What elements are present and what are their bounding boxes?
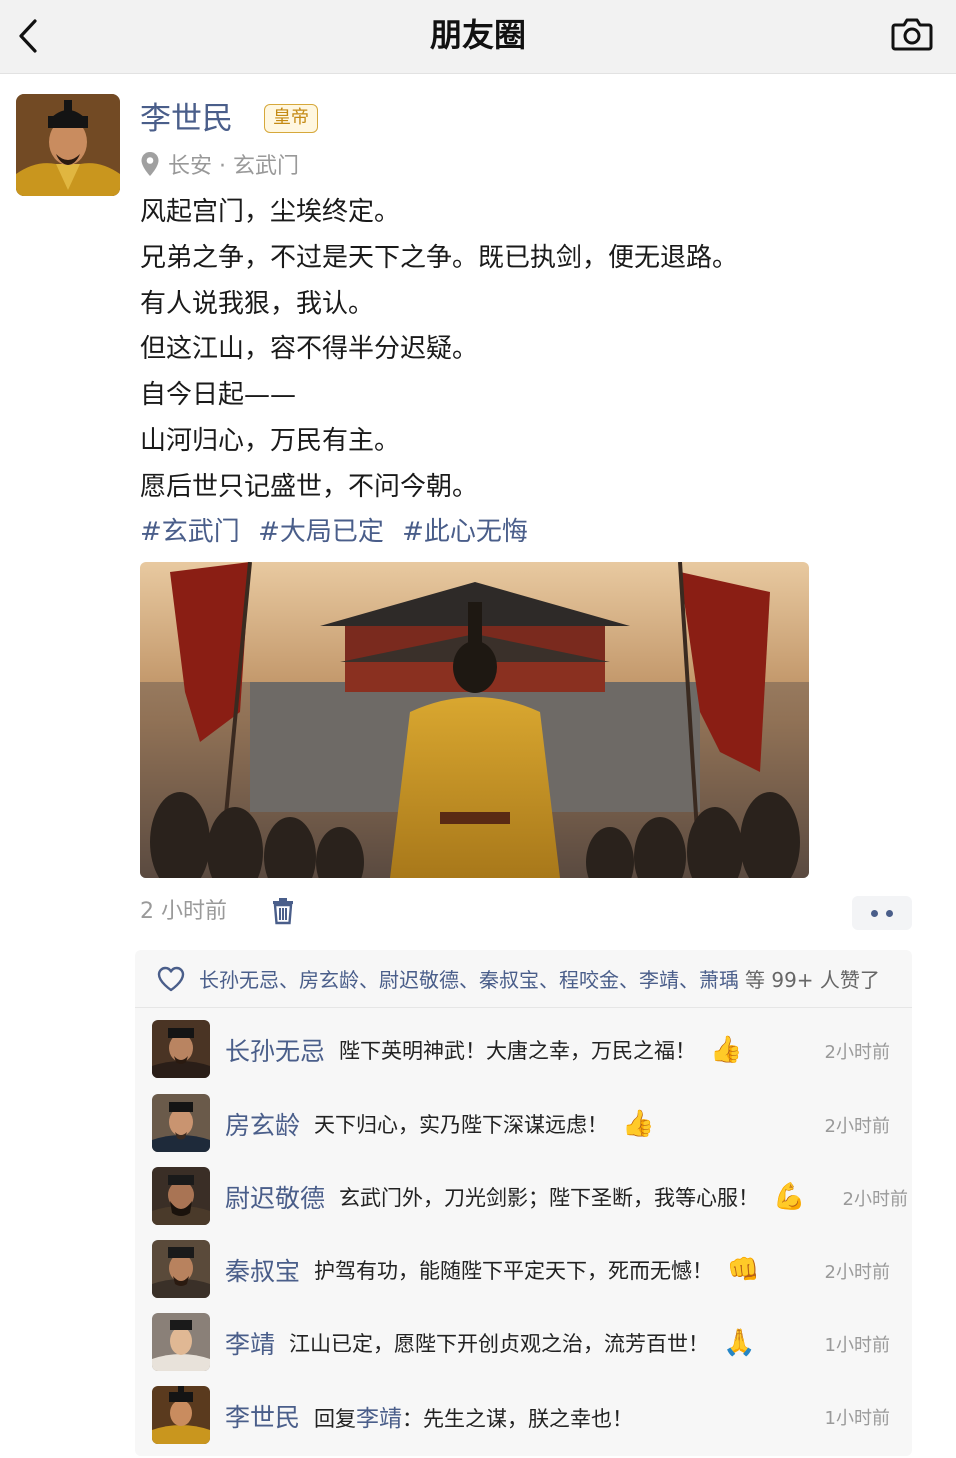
reply-label: 回复 xyxy=(314,1407,357,1431)
comment-body: 李世民 回复李靖：先生之谋，朕之幸也！ xyxy=(225,1396,633,1436)
page-title: 朋友圈 xyxy=(429,16,526,54)
comment-body: 尉迟敬德 玄武门外，刀光剑影；陛下圣断，我等心服！ 💪 xyxy=(225,1177,805,1217)
comment-item[interactable]: 李靖 江山已定，愿陛下开创贞观之治，流芳百世！ 🙏 1小时前 xyxy=(135,1313,912,1373)
fist-icon: 👊 xyxy=(727,1255,760,1285)
commenter-name[interactable]: 秦叔宝 xyxy=(225,1252,300,1288)
comment-body: 长孙无忌 陛下英明神武！大唐之幸，万民之福！ 👍 xyxy=(225,1030,742,1070)
comment-body: 房玄龄 天下归心，实乃陛下深谋远虑！ 👍 xyxy=(225,1104,654,1144)
thumbs-up-icon: 👍 xyxy=(710,1035,743,1065)
comment-text: 天下归心，实乃陛下深谋远虑！ xyxy=(314,1113,609,1137)
camera-icon xyxy=(891,18,933,51)
hashtag-list: #玄武门 #大局已定 #此心无悔 xyxy=(140,512,538,552)
post-line: 风起宫门，尘埃终定。 xyxy=(140,197,401,227)
hashtag-xuanwumen[interactable]: #玄武门 xyxy=(140,517,240,547)
commenter-avatar[interactable] xyxy=(152,1313,210,1371)
commenter-name[interactable]: 李靖 xyxy=(225,1325,275,1361)
thumbs-up-icon: 👍 xyxy=(622,1109,655,1139)
post-line: 兄弟之争，不过是天下之争。既已执剑，便无退路。 xyxy=(140,242,739,273)
top-bar: 朋友圈 xyxy=(0,0,956,74)
comment-text: 护驾有功，能随陛下平定天下，死而无憾！ xyxy=(314,1259,714,1283)
heart-icon xyxy=(157,966,185,991)
comment-text: 回复李靖：先生之谋，朕之幸也！ xyxy=(314,1399,633,1433)
commenter-avatar[interactable] xyxy=(152,1094,210,1152)
commenter-name[interactable]: 房玄龄 xyxy=(225,1106,300,1142)
more-dots-icon xyxy=(886,909,893,917)
comment-time: 1小时前 xyxy=(824,1408,890,1429)
comment-item[interactable]: 尉迟敬德 玄武门外，刀光剑影；陛下圣断，我等心服！ 💪 2小时前 xyxy=(135,1167,912,1227)
comment-text: 江山已定，愿陛下开创贞观之治，流芳百世！ xyxy=(289,1332,710,1356)
location-link[interactable]: 长安 · 玄武门 xyxy=(140,148,299,180)
post-timestamp: 2 小时前 xyxy=(140,899,227,924)
author-name[interactable]: 李世民 xyxy=(140,98,233,140)
author-avatar[interactable] xyxy=(16,94,120,196)
comment-item[interactable]: 房玄龄 天下归心，实乃陛下深谋远虑！ 👍 2小时前 xyxy=(135,1094,912,1154)
comment-text: 玄武门外，刀光剑影；陛下圣断，我等心服！ xyxy=(339,1186,760,1210)
reply-target-name[interactable]: 李靖 xyxy=(356,1406,402,1432)
location-text: 长安 · 玄武门 xyxy=(168,154,299,179)
comment-time: 2小时前 xyxy=(824,1116,890,1137)
camera-button[interactable] xyxy=(890,14,934,54)
post-line: 有人说我狠，我认。 xyxy=(140,288,375,319)
delete-button[interactable] xyxy=(271,897,295,925)
post-photo[interactable] xyxy=(140,562,809,878)
commenter-avatar[interactable] xyxy=(152,1386,210,1444)
comment-text: 陛下英明神武！大唐之幸，万民之福！ xyxy=(339,1039,697,1063)
comment-item[interactable]: 长孙无忌 陛下英明神武！大唐之幸，万民之福！ 👍 2小时前 xyxy=(135,1020,912,1080)
comment-item[interactable]: 秦叔宝 护驾有功，能随陛下平定天下，死而无憾！ 👊 2小时前 xyxy=(135,1240,912,1300)
folded-hands-icon: 🙏 xyxy=(723,1328,756,1358)
comment-time: 2小时前 xyxy=(824,1262,890,1283)
more-dots-icon xyxy=(871,909,878,917)
comment-body: 李靖 江山已定，愿陛下开创贞观之治，流芳百世！ 🙏 xyxy=(225,1323,755,1363)
comment-time: 2小时前 xyxy=(824,1042,890,1063)
commenter-name[interactable]: 长孙无忌 xyxy=(225,1032,325,1068)
commenter-name[interactable]: 尉迟敬德 xyxy=(225,1179,325,1215)
hashtag-dajuyiding[interactable]: #大局已定 xyxy=(258,517,384,547)
post-content: 风起宫门，尘埃终定。 兄弟之争，不过是天下之争。既已执剑，便无退路。 有人说我狠… xyxy=(140,190,920,511)
post-line: 但这江山，容不得半分迟疑。 xyxy=(140,334,479,365)
flexed-bicep-icon: 💪 xyxy=(773,1182,806,1212)
post-line: 愿后世只记盛世，不问今朝。 xyxy=(140,471,479,502)
liker-names[interactable]: 长孙无忌、房玄龄、尉迟敬德、秦叔宝、程咬金、李靖、萧瑀 xyxy=(199,964,739,993)
trash-icon xyxy=(273,898,293,925)
comment-time: 2小时前 xyxy=(842,1189,908,1210)
post-line: 山河归心，万民有主。 xyxy=(140,425,401,456)
commenter-avatar[interactable] xyxy=(152,1167,210,1225)
likes-count: 等 99+ 人赞了 xyxy=(745,968,880,992)
comment-time: 1小时前 xyxy=(824,1335,890,1356)
hashtag-cixinwuhui[interactable]: #此心无悔 xyxy=(402,517,528,547)
reply-text: ：先生之谋，朕之幸也！ xyxy=(402,1407,634,1431)
role-badge: 皇帝 xyxy=(264,104,318,133)
commenter-avatar[interactable] xyxy=(152,1020,210,1078)
location-pin-icon xyxy=(141,152,159,176)
more-actions-button[interactable] xyxy=(852,896,912,930)
interaction-panel: 长孙无忌、房玄龄、尉迟敬德、秦叔宝、程咬金、李靖、萧瑀 等 99+ 人赞了 长孙… xyxy=(135,950,912,1456)
comment-body: 秦叔宝 护驾有功，能随陛下平定天下，死而无憾！ 👊 xyxy=(225,1250,759,1290)
commenter-name[interactable]: 李世民 xyxy=(225,1398,300,1434)
commenter-avatar[interactable] xyxy=(152,1240,210,1298)
post-line: 自今日起—— xyxy=(140,380,297,411)
likes-row: 长孙无忌、房玄龄、尉迟敬德、秦叔宝、程咬金、李靖、萧瑀 等 99+ 人赞了 xyxy=(135,950,912,1008)
comment-item[interactable]: 李世民 回复李靖：先生之谋，朕之幸也！ 1小时前 xyxy=(135,1386,912,1446)
